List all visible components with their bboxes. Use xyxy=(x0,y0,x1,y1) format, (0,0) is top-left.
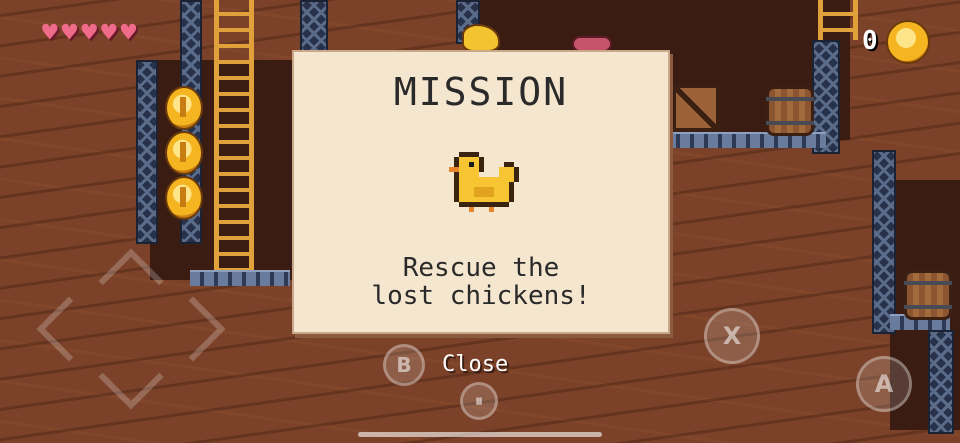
steel-girder-far-right xyxy=(928,330,954,434)
a-button[interactable]: A xyxy=(856,356,912,412)
coin-pickup xyxy=(165,176,203,220)
dpad-down-icon[interactable] xyxy=(98,344,164,410)
mission-message: Rescue the lost chickens! xyxy=(371,253,591,311)
x-button[interactable]: X xyxy=(704,308,760,364)
coin-counter: 0 xyxy=(862,26,878,56)
barrel xyxy=(904,270,952,320)
wooden-crate xyxy=(672,84,720,132)
d-pad[interactable] xyxy=(36,248,226,410)
coin-pickup xyxy=(165,86,203,130)
barrel xyxy=(766,86,814,136)
health-hearts: ♥ ♥ ♥ ♥ ♥ xyxy=(42,20,136,46)
dpad-up-icon[interactable] xyxy=(98,248,164,314)
heart-icon: ♥ xyxy=(120,18,137,48)
dpad-right-icon[interactable] xyxy=(160,296,226,362)
close-label[interactable]: Close xyxy=(442,352,508,377)
steel-girder-right xyxy=(872,150,896,334)
ladder-left xyxy=(214,0,254,270)
game-scene: ♥ ♥ ♥ ♥ ♥ 0 MISSION Rescue the lost chic… xyxy=(0,0,960,443)
home-indicator[interactable] xyxy=(358,432,602,437)
dpad-left-icon[interactable] xyxy=(36,296,102,362)
coin-pickup xyxy=(165,131,203,175)
heart-icon: ♥ xyxy=(100,18,117,48)
coin-icon xyxy=(886,20,930,64)
ladder-right xyxy=(818,0,858,40)
steel-girder-left xyxy=(136,60,158,244)
mission-dialog: MISSION Rescue the lost chickens! xyxy=(292,50,670,334)
chicken-icon xyxy=(449,152,519,212)
heart-icon: ♥ xyxy=(81,18,97,48)
steel-girder-mid xyxy=(300,0,328,54)
mission-title: MISSION xyxy=(393,70,569,114)
pause-button[interactable]: ⏸ xyxy=(460,382,498,420)
heart-icon: ♥ xyxy=(42,18,58,48)
heart-icon: ♥ xyxy=(61,18,78,48)
b-button[interactable]: B xyxy=(383,344,425,386)
